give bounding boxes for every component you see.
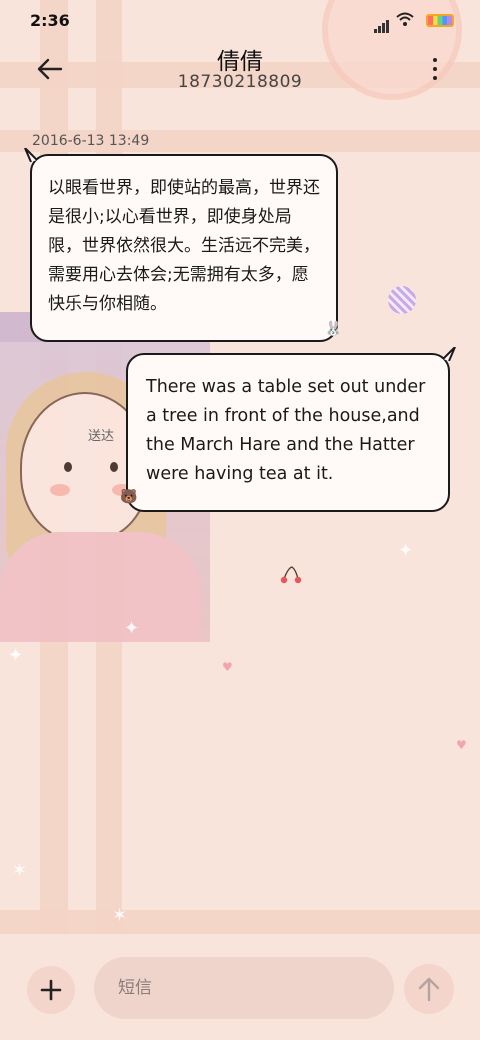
add-attachment-button[interactable] bbox=[27, 966, 75, 1014]
signal-icon bbox=[374, 14, 390, 33]
cherry-decoration bbox=[278, 566, 304, 584]
message-timestamp: 2016-6-13 13:49 bbox=[32, 133, 150, 149]
dot-icon bbox=[433, 67, 437, 71]
outgoing-message-bubble[interactable]: There was a table set out under a tree i… bbox=[120, 347, 456, 512]
striped-ball-decoration bbox=[388, 286, 416, 314]
heart-icon: ♥ bbox=[456, 738, 467, 752]
contact-number: 18730218809 bbox=[177, 72, 303, 92]
background-stripe bbox=[0, 910, 480, 934]
bubble-tail bbox=[443, 347, 456, 361]
plus-icon bbox=[40, 979, 62, 1001]
star-icon: ✦ bbox=[124, 618, 140, 639]
message-input[interactable] bbox=[94, 957, 394, 1019]
status-bar: 2:36 bbox=[0, 0, 480, 40]
delivery-status: 送达 bbox=[88, 429, 115, 444]
wifi-icon bbox=[396, 12, 414, 26]
dot-icon bbox=[433, 58, 437, 62]
arrow-up-icon bbox=[418, 977, 440, 1002]
outgoing-message-text: There was a table set out under a tree i… bbox=[146, 377, 426, 484]
star-icon: ✦ bbox=[398, 540, 414, 561]
star-icon: ✶ bbox=[12, 860, 28, 881]
star-icon: ✦ bbox=[8, 645, 24, 666]
incoming-message-text: 以眼看世界，即使站的最高，世界还是很小;以心看世界，即使身处局限，世界依然很大。… bbox=[48, 178, 320, 314]
bubble-tail bbox=[24, 148, 37, 162]
bear-icon: 🐻 bbox=[120, 489, 138, 505]
dot-icon bbox=[433, 76, 437, 80]
contact-name: 倩倩 bbox=[217, 49, 263, 75]
battery-icon bbox=[426, 14, 454, 27]
send-button[interactable] bbox=[404, 964, 454, 1014]
incoming-message-bubble[interactable]: 以眼看世界，即使站的最高，世界还是很小;以心看世界，即使身处局限，世界依然很大。… bbox=[24, 148, 342, 342]
bunny-icon: 🐰 bbox=[324, 321, 342, 337]
heart-icon: ♥ bbox=[222, 660, 233, 674]
status-time: 2:36 bbox=[30, 11, 70, 30]
more-options-button[interactable] bbox=[428, 58, 442, 80]
star-icon: ✶ bbox=[112, 905, 128, 926]
